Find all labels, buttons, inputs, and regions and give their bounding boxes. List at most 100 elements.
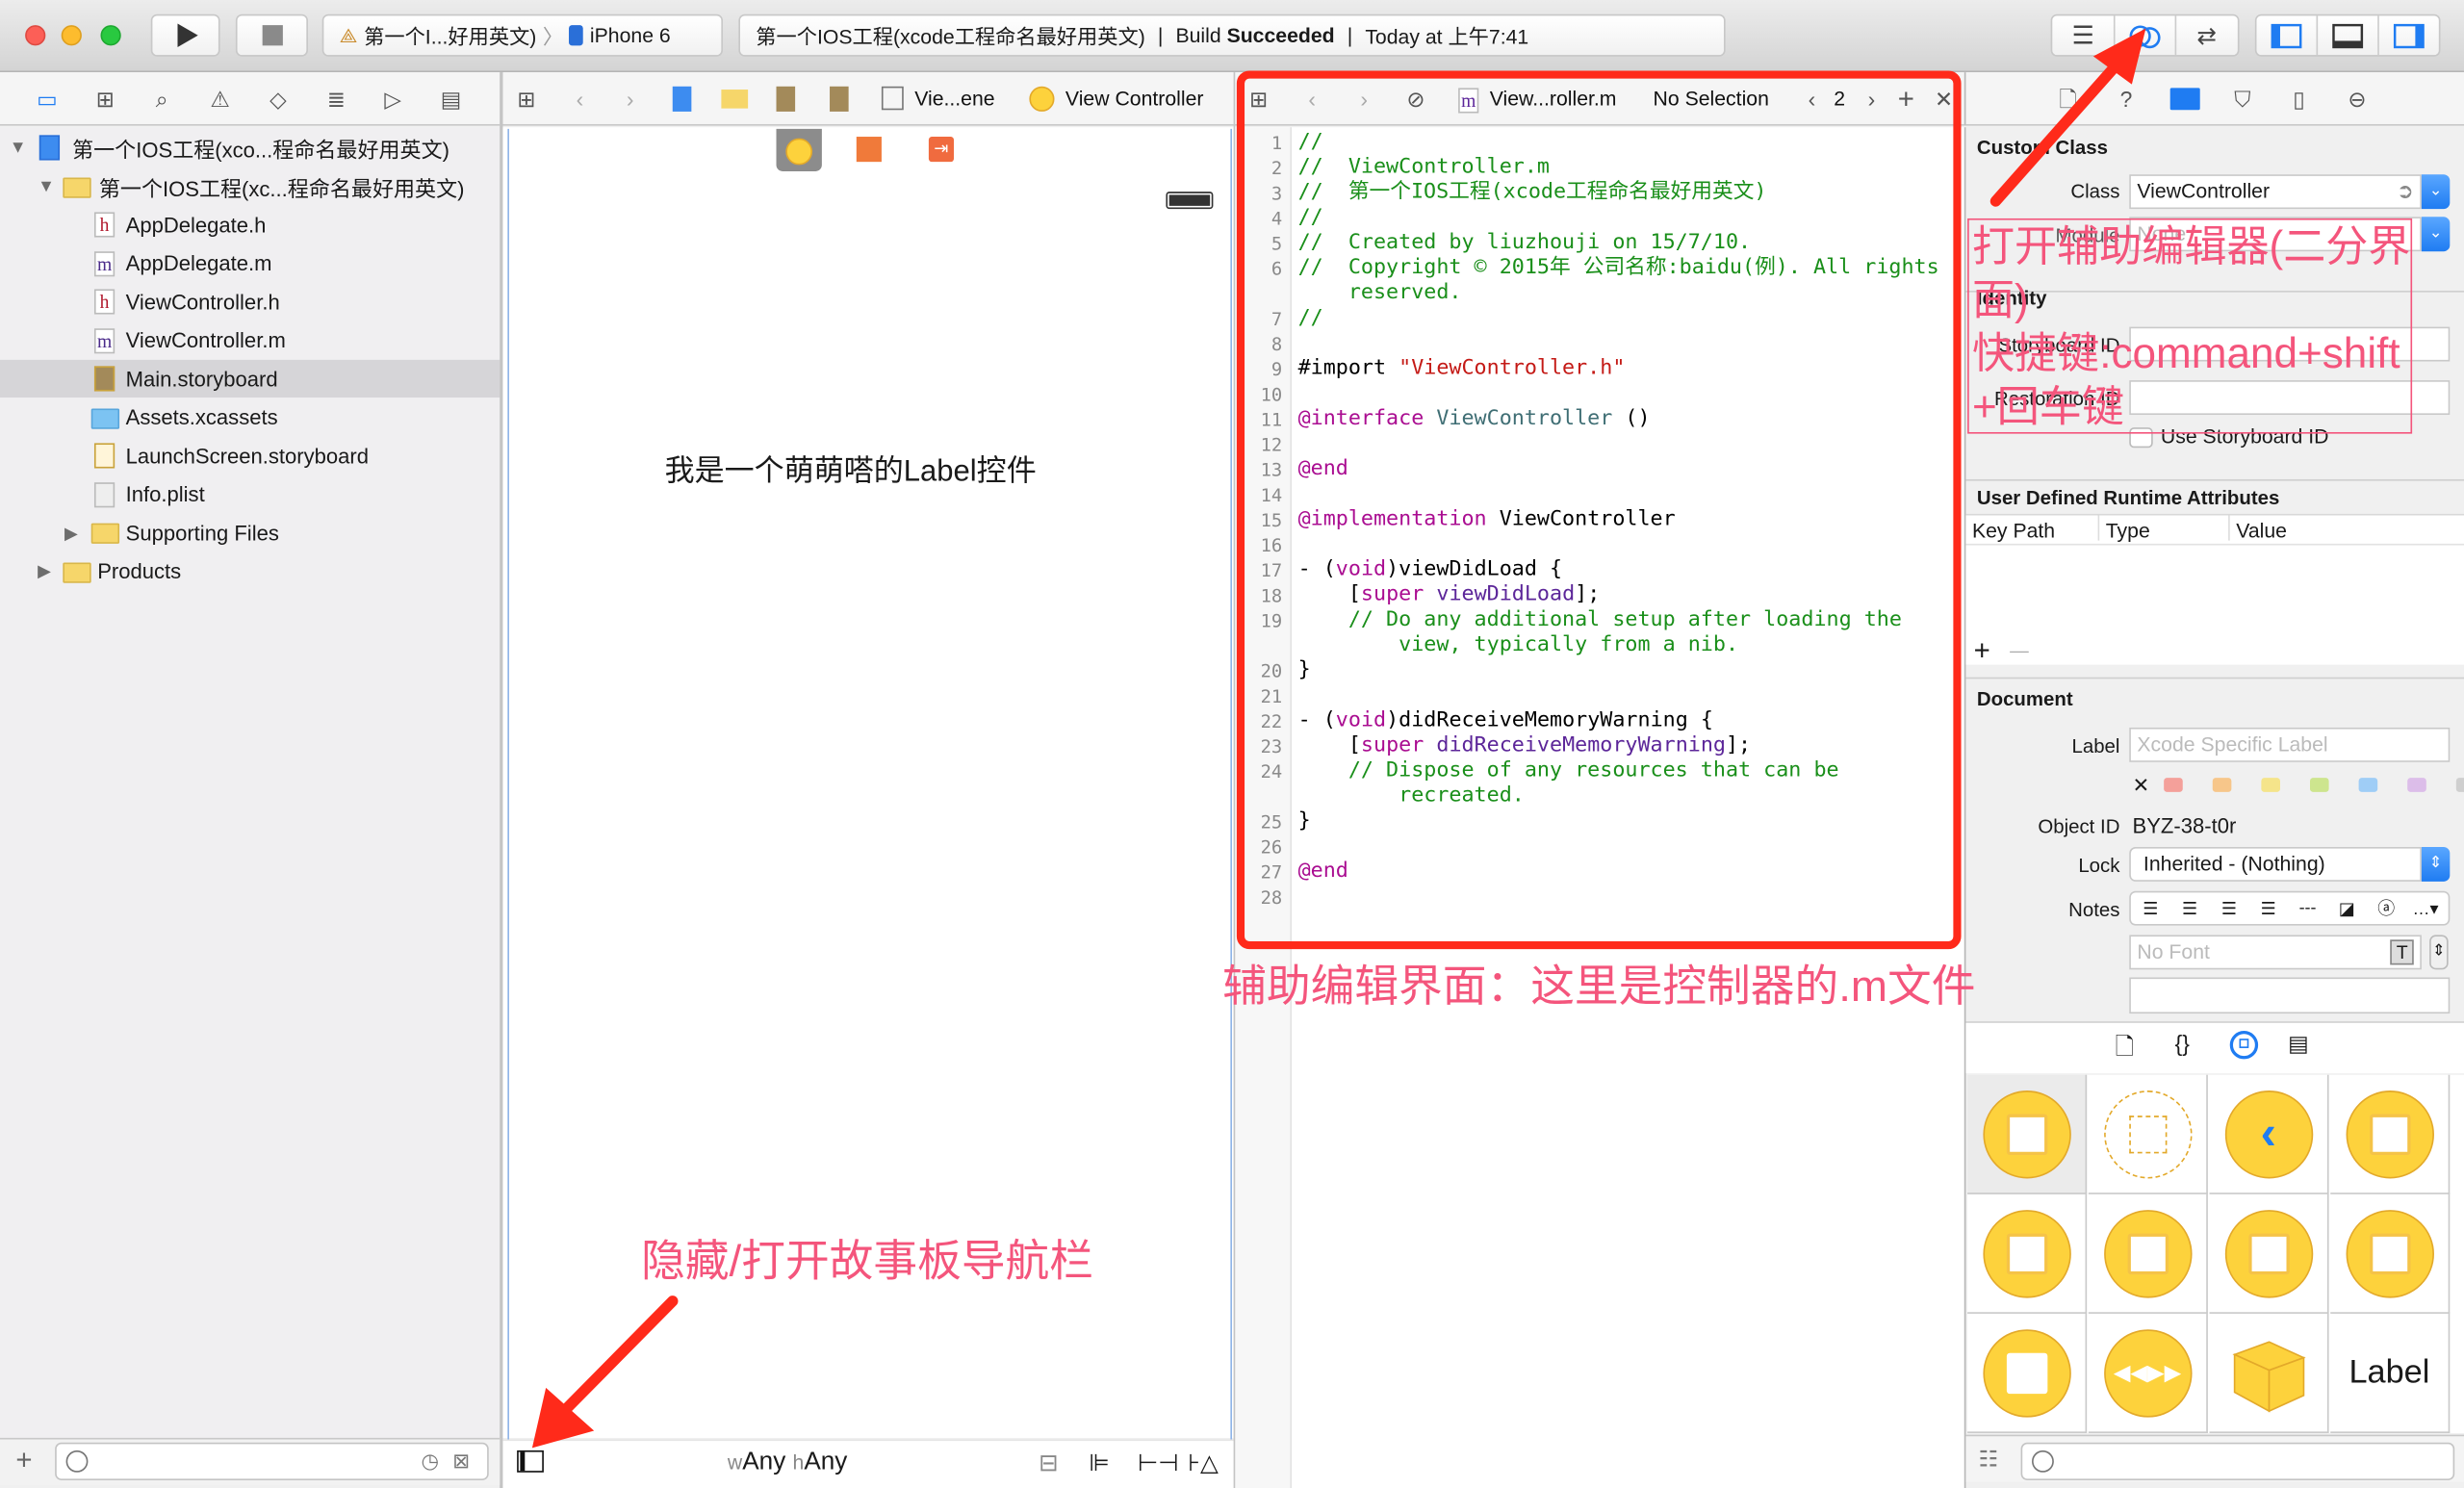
file-template-library-tab[interactable]: 🗋 [2116,1031,2135,1070]
recent-files-icon[interactable]: ◷ [422,1449,440,1474]
tree-item[interactable]: h ViewController.h [0,283,500,321]
media-library-tab[interactable]: ▤ [2288,1031,2309,1058]
color-label-swatch[interactable] [2261,778,2280,792]
zoom-window-button[interactable] [100,25,121,46]
tree-item[interactable]: m ViewController.m [0,321,500,359]
library-item-glkit-view-controller[interactable] [1967,1313,2088,1433]
object-library-tab[interactable] [2229,1031,2259,1060]
align-left-button[interactable]: ☰ [2131,898,2170,919]
library-item-view-controller[interactable] [1967,1074,2088,1194]
jump-bar-scene[interactable]: Vie...ene [914,87,994,110]
align-right-button[interactable]: ☰ [2210,898,2249,919]
class-dropdown[interactable]: ⌄ [2421,174,2451,210]
tree-item[interactable]: h AppDelegate.h [0,206,500,244]
lock-select[interactable]: Inherited - (Nothing) [2129,846,2422,882]
column-type[interactable]: Type [2106,519,2150,542]
scene-dock-controller[interactable] [776,128,822,171]
tree-item[interactable]: Assets.xcassets [0,398,500,436]
first-responder-icon[interactable] [856,137,882,163]
project-navigator-tab[interactable]: ▭ [33,87,61,112]
storyboard-icon[interactable] [830,86,849,112]
library-filter-input[interactable] [2020,1442,2455,1480]
test-navigator-tab[interactable]: ◇ [264,87,292,112]
tree-item[interactable]: LaunchScreen.storyboard [0,437,500,475]
font-picker-icon[interactable]: T [2390,939,2415,965]
disclosure-expanded-icon[interactable]: ▼ [38,177,55,196]
related-items-button[interactable]: ⊞ [512,87,540,112]
module-dropdown[interactable]: ⌄ [2421,217,2451,252]
column-key-path[interactable]: Key Path [1972,519,2055,542]
tree-item[interactable]: Main.storyboard [0,359,500,398]
navigator-filter-input[interactable]: ◷ ⊠ [55,1442,489,1480]
view-controller-icon[interactable] [1029,86,1055,112]
search-navigator-tab[interactable]: ⌕ [147,87,175,112]
runtime-attributes-table[interactable]: Key Path Type Value + — [1965,513,2464,665]
align-button[interactable]: ⊫ [1089,1449,1109,1477]
tree-item[interactable]: m AppDelegate.m [0,244,500,282]
modified-files-icon[interactable]: ⊠ [452,1449,470,1474]
font-size-stepper[interactable]: ⇕ [2429,935,2449,970]
color-label-swatch[interactable] [2212,778,2232,792]
tree-item[interactable]: ▼ 第一个IOS工程(xco...程命名最好用英文) [0,129,500,167]
disclosure-expanded-icon[interactable]: ▼ [10,139,27,158]
debug-navigator-tab[interactable]: ≣ [322,87,350,112]
attributes-inspector-tab[interactable]: ⛉ [2228,87,2256,112]
library-item-storyboard-reference[interactable] [2088,1074,2208,1194]
library-item-table-view-controller[interactable] [2330,1074,2451,1194]
add-attribute-button[interactable]: + [1974,636,1990,664]
align-center-button[interactable]: ☰ [2170,898,2210,919]
report-navigator-tab[interactable]: ▤ [437,87,465,112]
version-editor-button[interactable]: ⇄ [2176,15,2238,55]
folder-icon[interactable] [721,90,749,109]
exit-icon[interactable]: ⇥ [928,137,955,163]
remove-attribute-button[interactable]: — [2010,639,2029,661]
column-value[interactable]: Value [2236,519,2287,542]
color-label-swatch[interactable] [2164,778,2183,792]
library-item-tab-bar-controller[interactable] [2088,1193,2208,1314]
issue-navigator-tab[interactable]: ⚠ [206,87,234,112]
breakpoint-navigator-tab[interactable]: ▷ [378,87,406,112]
scheme-selector[interactable]: ⟁ 第一个I...好用英文) 〉 iPhone 6 [321,13,724,57]
natural-align-button[interactable]: --- [2288,899,2327,918]
color-label-swatch[interactable] [2407,778,2426,792]
toggle-debug-area-button[interactable] [2317,15,2379,56]
library-item-av-player-view-controller[interactable]: ◀◀▶▶ [2088,1313,2208,1433]
symbol-navigator-tab[interactable]: ⊞ [91,87,119,112]
pin-button[interactable]: ⊢⊣ [1138,1449,1179,1477]
standard-editor-button[interactable]: ☰ [2052,15,2114,55]
list-view-toggle-icon[interactable]: ☷ [1979,1446,1999,1473]
identity-inspector-tab[interactable] [2169,88,2200,111]
library-item-page-view-controller[interactable] [2330,1193,2451,1314]
go-to-class-icon[interactable]: ➲ [2397,176,2414,208]
toggle-utilities-button[interactable] [2378,15,2439,55]
text-color-button[interactable]: ◪ [2327,898,2367,919]
project-icon[interactable] [672,86,692,112]
file-inspector-tab[interactable]: 🗋 [2054,87,2082,112]
library-item-collection-view-controller[interactable] [1967,1193,2088,1314]
color-label-swatch[interactable] [2309,778,2329,792]
storyboard-icon[interactable] [776,86,796,112]
embed-in-stack-button[interactable]: ⊟ [1039,1449,1059,1477]
tree-item[interactable]: Info.plist [0,475,500,513]
tree-item[interactable]: ▶ Supporting Files [0,514,500,552]
forward-button[interactable]: › [616,87,644,112]
add-file-button[interactable]: + [15,1444,32,1476]
size-class-control[interactable]: wAny hAny [728,1449,847,1476]
label-control[interactable]: 我是一个萌萌嗒的Label控件 [665,448,1037,490]
tree-item[interactable]: ▼ 第一个IOS工程(xc...程命名最好用英文) [0,167,500,205]
resolve-autolayout-button[interactable]: ⊦△ [1188,1449,1219,1477]
disclosure-collapsed-icon[interactable]: ▶ [38,561,51,581]
notes-textarea[interactable] [2129,977,2451,1014]
toggle-document-outline-button[interactable] [517,1450,544,1473]
quick-help-tab[interactable]: ? [2112,87,2140,112]
font-field[interactable]: No Font [2129,935,2422,970]
lock-stepper-icon[interactable]: ⇕ [2421,846,2451,882]
toggle-navigator-button[interactable] [2256,15,2317,55]
document-label-field[interactable]: Xcode Specific Label [2129,727,2451,762]
library-item-split-view-controller[interactable] [2209,1193,2329,1314]
editor-divider[interactable] [1233,72,1236,1488]
class-field[interactable]: ViewController ➲ [2129,174,2422,210]
library-item-navigation-controller[interactable]: ‹ [2209,1074,2329,1194]
minimize-window-button[interactable] [61,25,82,46]
justify-button[interactable]: ☰ [2248,898,2288,919]
